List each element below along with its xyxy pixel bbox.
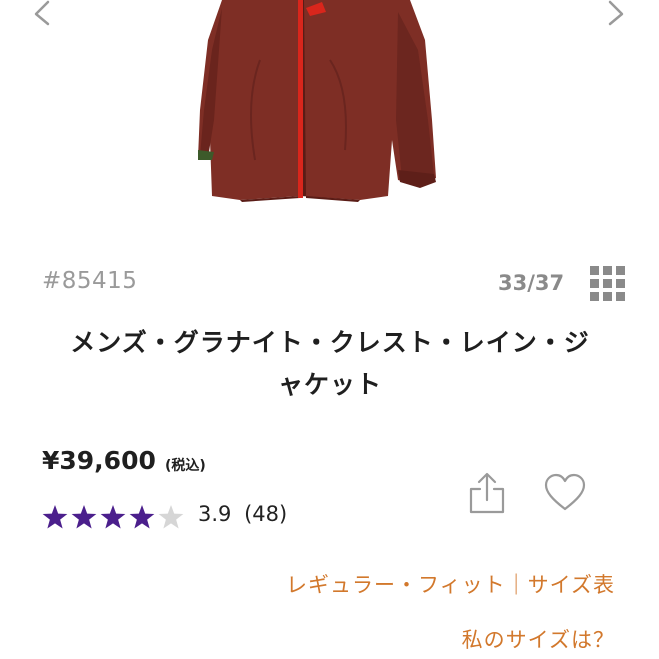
product-price: ¥39,600 xyxy=(42,446,156,475)
heart-icon[interactable] xyxy=(544,473,586,513)
rating-stars[interactable] xyxy=(42,503,187,531)
product-title-line1: メンズ・グラナイト・クレスト・レイン・ジ xyxy=(70,328,590,357)
image-counter: 33/37 xyxy=(498,271,565,295)
star-empty-icon xyxy=(158,505,184,529)
product-title: メンズ・グラナイト・クレスト・レイン・ジ ャケット xyxy=(30,322,630,406)
grid-icon[interactable] xyxy=(590,266,626,302)
product-image xyxy=(198,0,436,202)
star-filled-icon xyxy=(42,505,68,529)
star-filled-icon xyxy=(100,505,126,529)
rating-value: 3.9 xyxy=(198,502,232,526)
product-title-line2: ャケット xyxy=(277,370,382,399)
chevron-left-icon[interactable] xyxy=(28,0,58,30)
review-count: (48) xyxy=(244,502,288,526)
chevron-right-icon[interactable] xyxy=(600,0,630,30)
size-chart-link[interactable]: レギュラー・フィット｜サイズ表 xyxy=(286,569,615,599)
price-tax-note: (税込) xyxy=(165,458,206,474)
star-filled-icon xyxy=(71,505,97,529)
product-image-gallery[interactable] xyxy=(0,0,659,240)
rating-summary[interactable]: 3.9 (48) xyxy=(198,502,287,526)
star-filled-icon xyxy=(129,505,155,529)
product-sku: #85415 xyxy=(42,268,138,294)
my-size-link[interactable]: 私のサイズは？ xyxy=(462,624,615,654)
share-icon[interactable] xyxy=(467,472,507,514)
